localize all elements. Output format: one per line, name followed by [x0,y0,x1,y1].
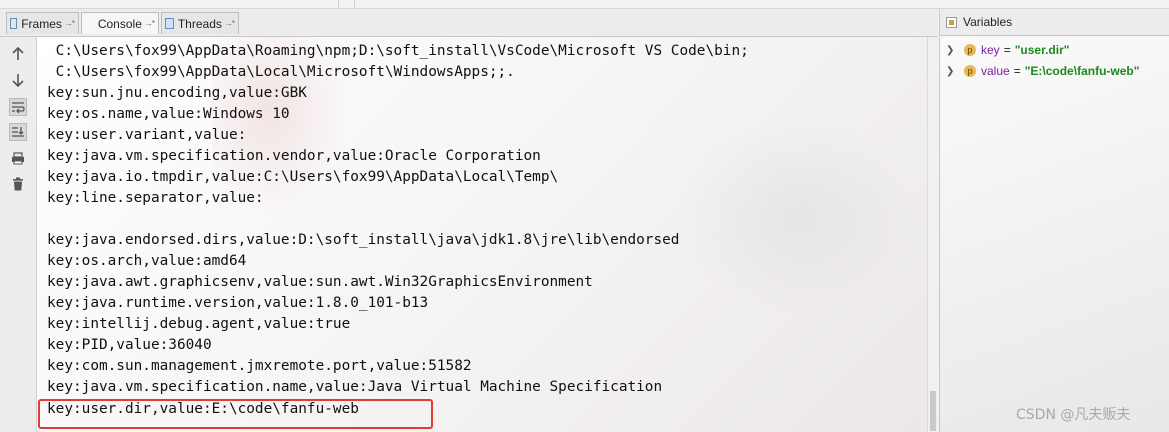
console-line: key:com.sun.management.jmxremote.port,va… [47,358,472,374]
highlight-box [38,399,433,429]
console-line: key:os.arch,value:amd64 [47,253,247,269]
variable-name: key [981,43,1000,57]
pin-icon: →* [64,19,75,28]
variable-equals: = [1003,43,1011,57]
debug-tab-bar: Frames →* Console →* Threads →* [0,9,938,66]
background-blot [677,117,917,317]
console-line: key:line.separator,value: [47,190,264,206]
variable-equals: = [1013,64,1021,78]
trash-icon[interactable] [9,175,27,193]
variable-value: "E:\code\fanfu-web" [1024,64,1140,78]
watermark: CSDN @凡夫贩夫 [1016,407,1131,423]
console-line: key:java.vm.specification.name,value:Jav… [47,379,663,395]
top-edge-seg [0,0,339,8]
console-toolbar [0,37,37,432]
pin-icon: →* [144,19,155,28]
console-scrollbar[interactable] [927,37,938,432]
tab-label: Threads [177,16,222,31]
variables-icon [946,16,957,28]
expand-arrow-icon[interactable]: ❯ [946,45,956,56]
console-line: key:java.vm.specification.vendor,value:O… [47,148,541,164]
expand-arrow-icon[interactable]: ❯ [946,66,956,77]
tab-console[interactable]: Console →* [81,12,159,66]
scrollbar-thumb[interactable] [930,391,936,431]
scroll-to-end-icon[interactable] [9,123,27,141]
tab-label: Frames [21,16,62,31]
top-edge-seg [338,0,355,8]
pin-icon: →* [224,19,235,28]
field-badge-icon: p [964,44,976,56]
console-line: key:PID,value:36040 [47,337,212,353]
tab-label: Console [97,16,142,31]
variables-panel: ❯ p key = "user.dir" ❯ p value = "E:\cod… [939,37,1169,432]
variables-header: Variables [939,9,1169,36]
variable-row[interactable]: ❯ p value = "E:\code\fanfu-web" [946,62,1139,80]
frames-icon [10,18,18,29]
console-line: key:java.awt.graphicsenv,value:sun.awt.W… [47,274,593,290]
console-line: C:\Users\fox99\AppData\Local\Microsoft\W… [47,64,515,80]
console-line: C:\Users\fox99\AppData\Roaming\npm;D:\so… [47,43,749,59]
variable-row[interactable]: ❯ p key = "user.dir" [946,41,1069,59]
top-edge [0,0,1169,9]
variable-name: value [981,64,1010,78]
console-line: key:intellij.debug.agent,value:true [47,316,351,332]
console-line: key:java.runtime.version,value:1.8.0_101… [47,295,429,311]
soft-wrap-icon[interactable] [9,98,27,116]
field-badge-icon: p [964,65,976,77]
console-line: key:sun.jnu.encoding,value:GBK [47,85,307,101]
tab-threads[interactable]: Threads →* [161,12,239,34]
up-arrow-icon[interactable] [9,45,27,63]
console-output[interactable]: C:\Users\fox99\AppData\Roaming\npm;D:\so… [37,37,927,432]
tab-frames[interactable]: Frames →* [6,12,79,34]
console-line: key:user.variant,value: [47,127,247,143]
console-line: key:os.name,value:Windows 10 [47,106,290,122]
variable-value: "user.dir" [1014,43,1070,57]
threads-icon [165,18,174,29]
variables-title: Variables [963,15,1013,29]
console-line: key:java.io.tmpdir,value:C:\Users\fox99\… [47,169,559,185]
print-icon[interactable] [9,149,27,167]
down-arrow-icon[interactable] [9,71,27,89]
console-line: key:java.endorsed.dirs,value:D:\soft_ins… [47,232,680,248]
